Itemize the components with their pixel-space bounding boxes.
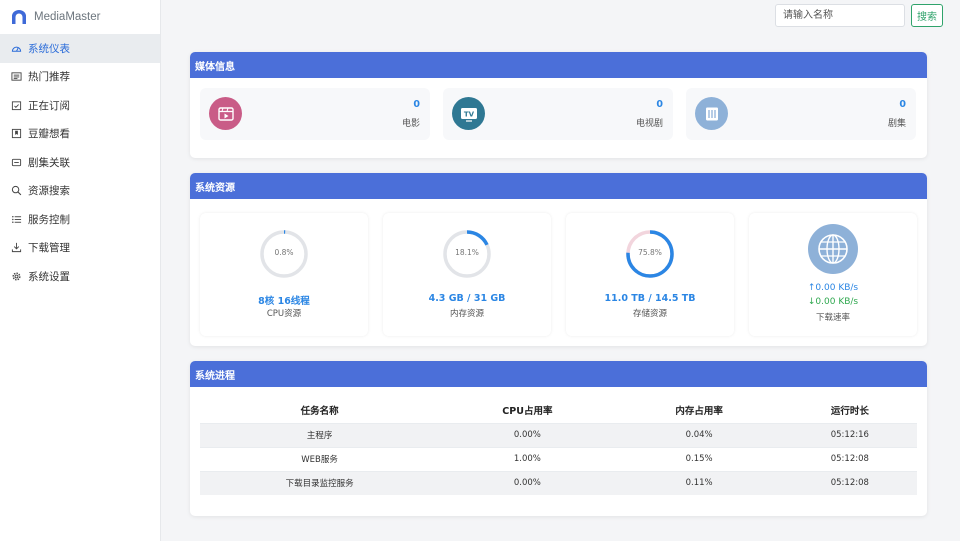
storage-value: 11.0 TB / 14.5 TB [604,293,696,304]
media-info-title: 媒体信息 [190,52,927,78]
task-name-cell: 下载目录监控服务 [200,470,440,495]
tv-tile[interactable]: TV 0 电视剧 [443,88,673,140]
episode-label: 剧集 [887,119,906,129]
tv-label: 电视剧 [635,119,663,129]
dashboard-icon [11,43,22,54]
sidebar: MediaMaster 系统仪表 热门推荐 正在订阅 豆瓣想看 剧集关联 资源搜… [0,0,161,541]
sidebar-item-hot[interactable]: 热门推荐 [0,63,160,92]
globe-icon [808,224,858,274]
cpu-percent: 0.8% [274,248,294,257]
app-name: MediaMaster [34,11,101,23]
episode-tile[interactable]: 0 剧集 [686,88,916,140]
sidebar-item-label: 系统设置 [28,270,70,283]
storage-label: 存储资源 [632,309,667,319]
memory-cell: 0.11% [615,470,783,495]
table-row: 主程序 0.00% 0.04% 05:12:16 [200,422,917,447]
tv-icon: TV [452,97,485,130]
table-row: 下载目录监控服务 0.00% 0.11% 05:12:08 [200,470,917,495]
sidebar-item-label: 剧集关联 [28,156,70,169]
process-table: 任务名称 CPU占用率 内存占用率 运行时长 主程序 0.00% 0.04% 0… [200,397,917,495]
column-header: 运行时长 [830,405,869,417]
storage-tile: 75.8% 11.0 TB / 14.5 TB 存储资源 [566,213,734,336]
logo-icon [12,10,26,24]
cpu-ring: 0.8% [259,229,309,279]
sidebar-item-search[interactable]: 资源搜索 [0,177,160,206]
table-header-row: 任务名称 CPU占用率 内存占用率 运行时长 [200,397,917,423]
tv-count: 0 [656,99,663,110]
brand[interactable]: MediaMaster [0,0,160,34]
system-processes-title: 系统进程 [190,361,927,387]
calendar-check-icon [11,100,22,111]
media-info-card: 媒体信息 0 电影 TV 0 电视剧 0 剧集 [190,52,927,158]
cpu-value: 8核 16线程 [258,296,310,307]
system-processes-card: 系统进程 任务名称 CPU占用率 内存占用率 运行时长 主程序 0.00% 0.… [190,361,927,516]
bookmark-box-icon [11,128,22,139]
task-name-cell: WEB服务 [200,446,440,471]
download-speed: ↓0.00 KB/s [807,297,859,307]
sidebar-item-label: 资源搜索 [28,185,70,198]
sidebar-item-settings[interactable]: 系统设置 [0,262,160,291]
episode-icon [695,97,728,130]
uptime-cell: 05:12:08 [782,446,917,471]
sidebar-item-label: 服务控制 [28,213,70,226]
system-resources-title: 系统资源 [190,173,927,199]
sidebar-item-label: 系统仪表 [28,42,70,55]
uptime-cell: 05:12:08 [782,470,917,495]
cpu-cell: 0.00% [439,422,616,447]
movie-count: 0 [413,99,420,110]
network-tile: ↑0.00 KB/s ↓0.00 KB/s 下载速率 [749,213,917,336]
cpu-cell: 0.00% [439,470,616,495]
memory-label: 内存资源 [449,309,484,319]
uptime-cell: 05:12:16 [782,422,917,447]
column-header: CPU占用率 [502,405,553,417]
movie-tile[interactable]: 0 电影 [200,88,430,140]
sidebar-item-episode-link[interactable]: 剧集关联 [0,148,160,177]
sidebar-item-label: 豆瓣想看 [28,128,70,141]
storage-percent: 75.8% [638,248,662,257]
cpu-tile: 0.8% 8核 16线程 CPU资源 [200,213,368,336]
episode-count: 0 [899,99,906,110]
cpu-cell: 1.00% [439,446,616,471]
sidebar-item-dashboard[interactable]: 系统仪表 [0,34,160,63]
memory-tile: 18.1% 4.3 GB / 31 GB 内存资源 [383,213,551,336]
upload-speed: ↑0.00 KB/s [807,283,859,293]
search-button[interactable]: 搜索 [911,4,943,27]
memory-percent: 18.1% [455,248,479,257]
sidebar-item-douban[interactable]: 豆瓣想看 [0,120,160,149]
search-input[interactable] [775,4,905,27]
column-header: 任务名称 [300,405,339,417]
speed-label: 下载速率 [815,313,850,323]
system-resources-card: 系统资源 0.8% 8核 16线程 CPU资源 18.1% 4.3 GB / 3… [190,173,927,346]
svg-text:TV: TV [463,110,474,118]
memory-cell: 0.04% [615,422,783,447]
sidebar-item-label: 热门推荐 [28,71,70,84]
storage-ring: 75.8% [625,229,675,279]
sidebar-item-subscribing[interactable]: 正在订阅 [0,91,160,120]
task-name-cell: 主程序 [200,422,440,447]
memory-cell: 0.15% [615,446,783,471]
column-header: 内存占用率 [675,405,723,417]
table-row: WEB服务 1.00% 0.15% 05:12:08 [200,446,917,471]
memory-ring: 18.1% [442,229,492,279]
search-icon [11,185,22,196]
sidebar-item-label: 正在订阅 [28,99,70,112]
link-box-icon [11,157,22,168]
download-icon [11,242,22,253]
sidebar-item-label: 下载管理 [28,242,70,255]
gear-icon [11,271,22,282]
movie-label: 电影 [401,119,420,129]
sidebar-item-service[interactable]: 服务控制 [0,205,160,234]
newspaper-icon [11,71,22,82]
film-icon [209,97,242,130]
sidebar-item-download[interactable]: 下载管理 [0,234,160,263]
list-icon [11,214,22,225]
memory-value: 4.3 GB / 31 GB [428,293,506,304]
cpu-label: CPU资源 [266,309,302,319]
